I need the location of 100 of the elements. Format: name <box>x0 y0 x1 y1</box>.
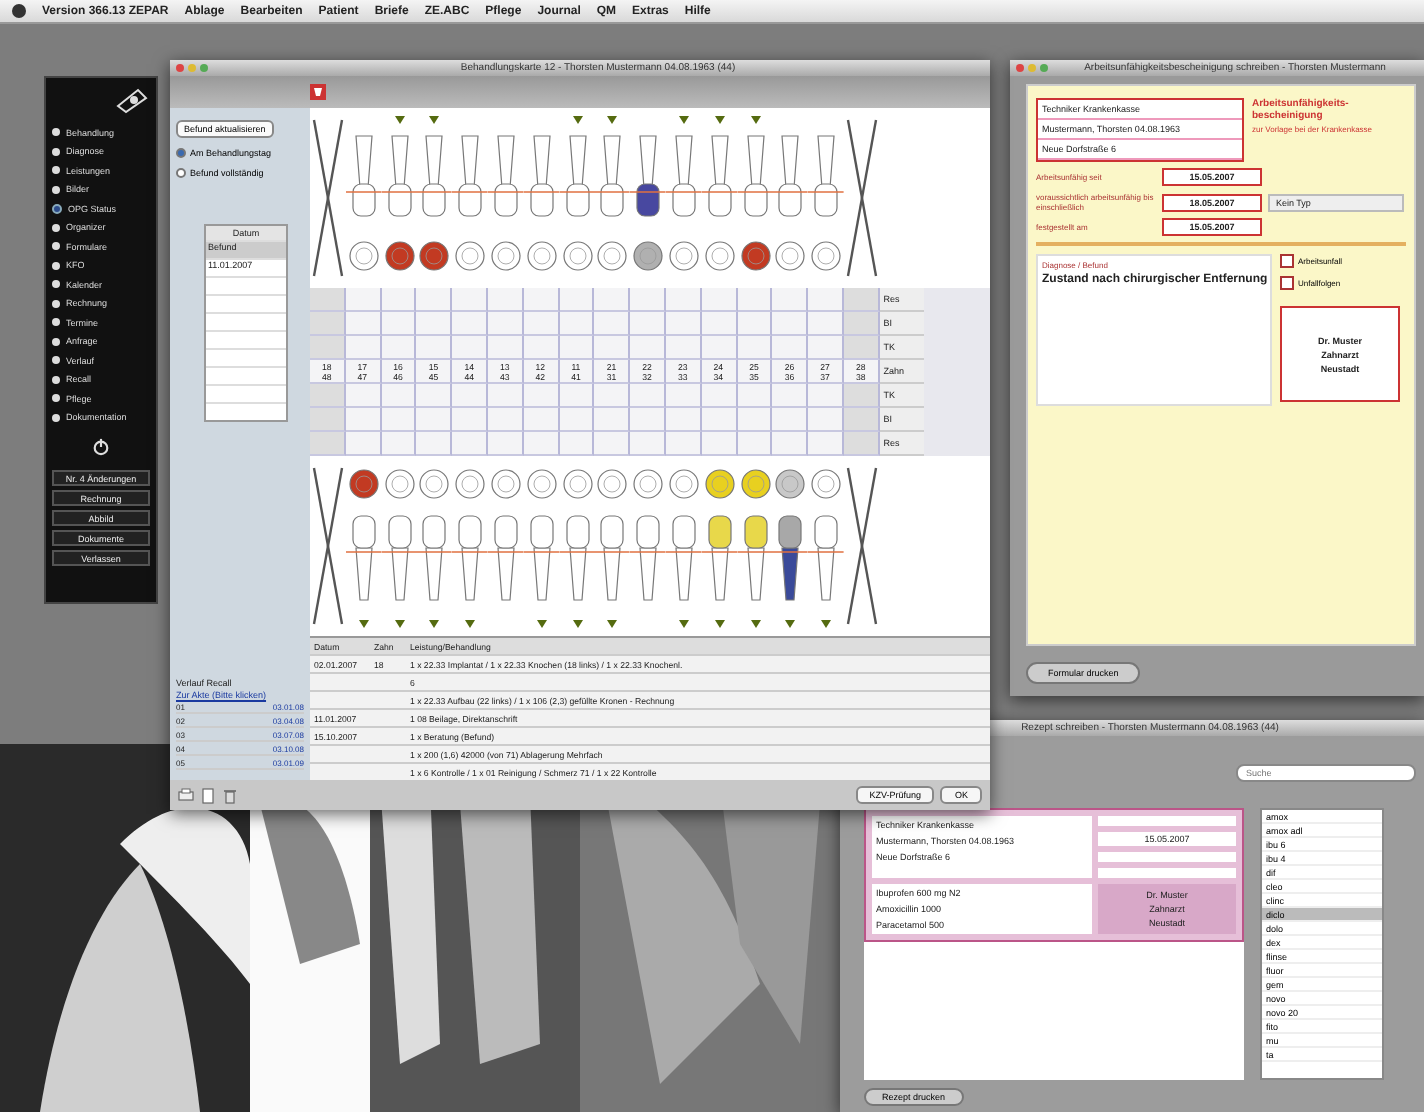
grid-cell[interactable] <box>701 432 738 456</box>
grid-cell[interactable] <box>559 288 595 312</box>
grid-cell[interactable] <box>665 384 702 408</box>
checkbox[interactable] <box>1280 276 1294 290</box>
grid-cell[interactable] <box>381 408 417 432</box>
grid-cell[interactable] <box>701 288 738 312</box>
grid-cell[interactable] <box>310 432 346 456</box>
grid-cell[interactable] <box>701 336 738 360</box>
grid-cell[interactable] <box>772 432 809 456</box>
grid-cell[interactable] <box>416 312 453 336</box>
grid-cell[interactable] <box>808 336 844 360</box>
power-icon[interactable] <box>92 438 110 456</box>
grid-cell[interactable] <box>772 312 809 336</box>
grid-cell[interactable] <box>487 288 524 312</box>
grid-cell[interactable] <box>487 312 524 336</box>
grid-cell[interactable] <box>808 432 844 456</box>
grid-cell[interactable] <box>737 288 773 312</box>
grid-cell[interactable] <box>523 336 560 360</box>
close-icon[interactable] <box>1016 64 1024 72</box>
grid-cell[interactable] <box>452 408 488 432</box>
grid-cell[interactable] <box>452 288 488 312</box>
minimize-icon[interactable] <box>1028 64 1036 72</box>
grid-cell[interactable] <box>381 288 417 312</box>
grid-cell[interactable] <box>452 432 488 456</box>
grid-cell[interactable] <box>594 384 631 408</box>
grid-cell[interactable] <box>487 432 524 456</box>
trash-icon[interactable] <box>222 787 238 803</box>
grid-cell[interactable] <box>310 384 346 408</box>
grid-cell[interactable] <box>523 288 560 312</box>
grid-cell[interactable] <box>772 408 809 432</box>
grid-cell[interactable] <box>594 336 631 360</box>
grid-cell[interactable] <box>630 384 666 408</box>
grid-cell[interactable] <box>559 408 595 432</box>
grid-cell[interactable] <box>843 384 880 408</box>
grid-cell[interactable] <box>310 288 346 312</box>
grid-cell[interactable] <box>701 384 738 408</box>
grid-cell[interactable] <box>665 432 702 456</box>
grid-cell[interactable] <box>665 312 702 336</box>
grid-cell[interactable] <box>416 408 453 432</box>
grid-cell[interactable] <box>381 336 417 360</box>
grid-cell[interactable] <box>630 336 666 360</box>
grid-cell[interactable] <box>808 288 844 312</box>
grid-cell[interactable] <box>310 312 346 336</box>
grid-cell[interactable] <box>559 432 595 456</box>
grid-cell[interactable] <box>594 432 631 456</box>
grid-cell[interactable] <box>737 312 773 336</box>
tooth-icon[interactable] <box>310 84 326 100</box>
grid-cell[interactable] <box>737 408 773 432</box>
grid-cell[interactable] <box>452 312 488 336</box>
grid-cell[interactable] <box>594 312 631 336</box>
grid-cell[interactable] <box>381 312 417 336</box>
grid-cell[interactable] <box>345 336 382 360</box>
grid-cell[interactable] <box>487 336 524 360</box>
print-icon[interactable] <box>178 787 194 803</box>
grid-cell[interactable] <box>487 408 524 432</box>
grid-cell[interactable] <box>523 384 560 408</box>
grid-cell[interactable] <box>737 432 773 456</box>
zoom-icon[interactable] <box>1040 64 1048 72</box>
grid-cell[interactable] <box>843 432 880 456</box>
zoom-icon[interactable] <box>200 64 208 72</box>
radio-dot[interactable] <box>176 148 186 158</box>
grid-cell[interactable] <box>808 312 844 336</box>
grid-cell[interactable] <box>843 312 880 336</box>
grid-cell[interactable] <box>772 288 809 312</box>
grid-cell[interactable] <box>310 408 346 432</box>
grid-cell[interactable] <box>381 384 417 408</box>
grid-cell[interactable] <box>523 408 560 432</box>
grid-cell[interactable] <box>345 384 382 408</box>
grid-cell[interactable] <box>665 288 702 312</box>
grid-cell[interactable] <box>452 336 488 360</box>
grid-cell[interactable] <box>523 432 560 456</box>
grid-cell[interactable] <box>559 312 595 336</box>
grid-cell[interactable] <box>843 408 880 432</box>
grid-cell[interactable] <box>416 336 453 360</box>
grid-cell[interactable] <box>701 312 738 336</box>
grid-cell[interactable] <box>630 408 666 432</box>
grid-cell[interactable] <box>630 432 666 456</box>
grid-cell[interactable] <box>345 288 382 312</box>
grid-cell[interactable] <box>594 288 631 312</box>
radio-dot[interactable] <box>176 168 186 178</box>
grid-cell[interactable] <box>310 336 346 360</box>
grid-cell[interactable] <box>630 312 666 336</box>
grid-cell[interactable] <box>843 336 880 360</box>
grid-cell[interactable] <box>737 336 773 360</box>
grid-cell[interactable] <box>808 408 844 432</box>
grid-cell[interactable] <box>665 408 702 432</box>
grid-cell[interactable] <box>559 336 595 360</box>
grid-cell[interactable] <box>701 408 738 432</box>
grid-cell[interactable] <box>416 384 453 408</box>
grid-cell[interactable] <box>594 408 631 432</box>
grid-cell[interactable] <box>416 432 453 456</box>
apple-icon[interactable] <box>12 4 26 18</box>
grid-cell[interactable] <box>843 288 880 312</box>
grid-cell[interactable] <box>772 384 809 408</box>
grid-cell[interactable] <box>345 312 382 336</box>
grid-cell[interactable] <box>665 336 702 360</box>
grid-cell[interactable] <box>737 384 773 408</box>
document-icon[interactable] <box>200 787 216 803</box>
grid-cell[interactable] <box>345 408 382 432</box>
minimize-icon[interactable] <box>188 64 196 72</box>
